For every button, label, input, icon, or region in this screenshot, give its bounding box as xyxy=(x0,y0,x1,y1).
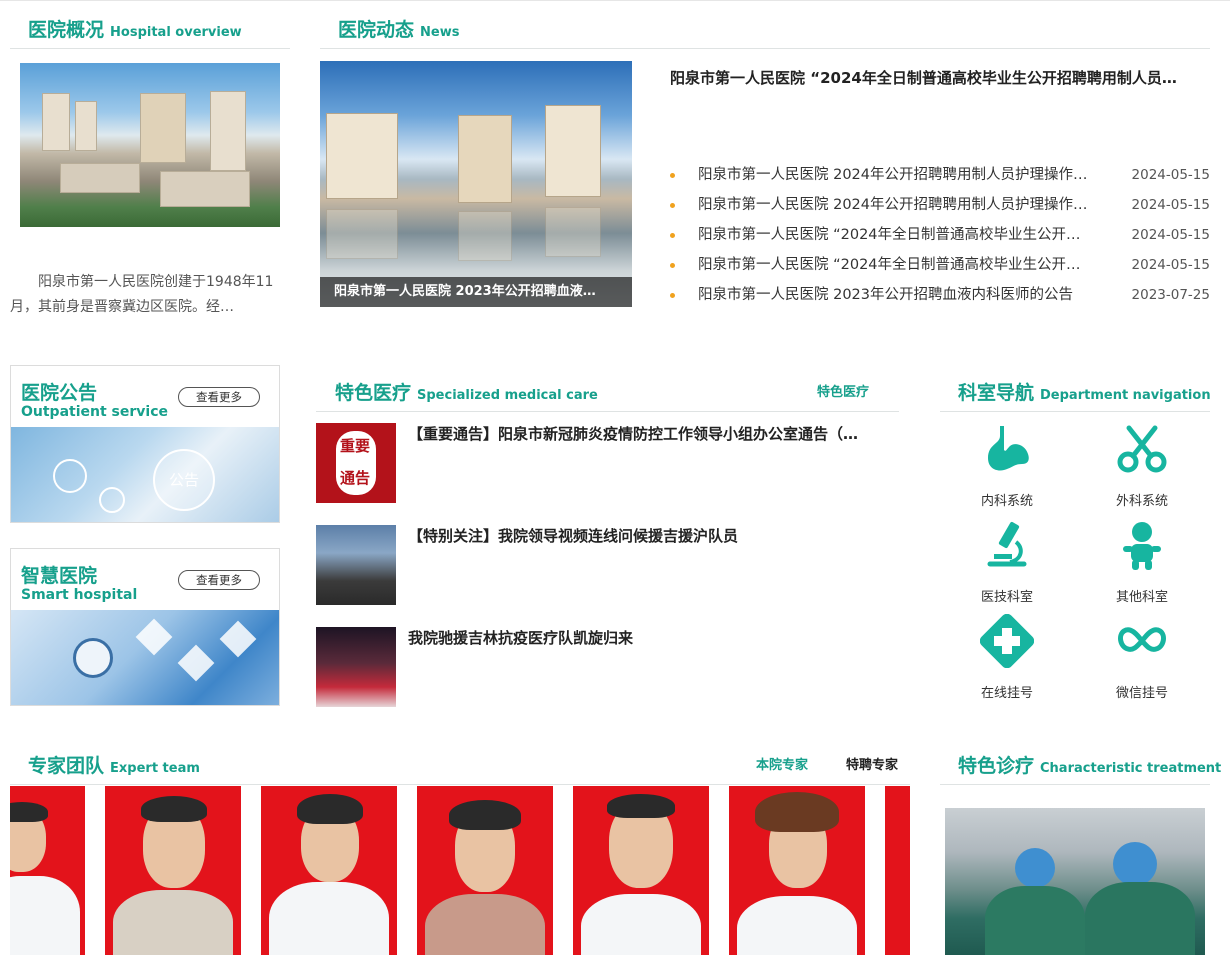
smart-title-en: Smart hospital xyxy=(21,587,138,603)
notice-card: 医院公告 Outpatient service 查看更多 公告 xyxy=(10,365,280,523)
dept-nav-title-cn: 科室导航 xyxy=(958,382,1035,404)
dept-label: 外科系统 xyxy=(1115,494,1168,509)
featured-item[interactable]: 我院驰援吉林抗疫医疗队凯旋归来 xyxy=(316,627,899,707)
news-list-item[interactable]: 阳泉市第一人民医院 2024年公开招聘聘用制人员护理操作… 2024-05-15 xyxy=(670,190,1210,220)
smart-hospital-card: 智慧医院 Smart hospital 查看更多 xyxy=(10,548,280,706)
expert-photo[interactable] xyxy=(573,786,709,955)
expert-photo[interactable] xyxy=(885,786,910,955)
dept-item-internal[interactable]: 内科系统 xyxy=(962,422,1052,509)
smart-hospital-image[interactable] xyxy=(11,610,279,705)
experts-section-title: 专家团队 Expert team xyxy=(28,751,200,778)
experts-title-en: Expert team xyxy=(110,761,200,776)
featured-thumb[interactable] xyxy=(316,627,396,707)
featured-item-title[interactable]: 【重要通告】阳泉市新冠肺炎疫情防控工作领导小组办公室通告（… xyxy=(408,423,893,444)
baby-icon xyxy=(1123,522,1161,570)
dept-item-surgery[interactable]: 外科系统 xyxy=(1097,422,1187,509)
news-headline[interactable]: 阳泉市第一人民医院 “2024年全日制普通高校毕业生公开招聘聘用制人员… xyxy=(670,67,1210,88)
dept-label: 其他科室 xyxy=(1115,590,1168,605)
hospital-building-image[interactable] xyxy=(20,63,280,227)
notice-title-cn: 医院公告 xyxy=(21,382,98,404)
expert-photo[interactable] xyxy=(417,786,553,955)
featured-item-title[interactable]: 【特别关注】我院领导视频连线问候援吉援沪队员 xyxy=(408,525,893,546)
news-list: 阳泉市第一人民医院 2024年公开招聘聘用制人员护理操作… 2024-05-15 … xyxy=(670,160,1210,310)
expert-photo[interactable] xyxy=(729,786,865,955)
microscope-icon xyxy=(987,521,1027,567)
dept-nav-title-en: Department navigation xyxy=(1040,388,1211,403)
dept-item-wechat-register[interactable]: 微信挂号 xyxy=(1097,614,1187,701)
smart-more-button[interactable]: 查看更多 xyxy=(178,570,260,590)
news-list-item[interactable]: 阳泉市第一人民医院 “2024年全日制普通高校毕业生公开… 2024-05-15 xyxy=(670,250,1210,280)
news-featured-image[interactable]: 阳泉市第一人民医院 2023年公开招聘血液… xyxy=(320,61,632,307)
news-list-item[interactable]: 阳泉市第一人民医院 “2024年全日制普通高校毕业生公开… 2024-05-15 xyxy=(670,220,1210,250)
featured-thumb-text-2: 通告 xyxy=(340,469,371,487)
dept-item-medtech[interactable]: 医技科室 xyxy=(962,518,1052,605)
featured-title-en: Specialized medical care xyxy=(417,388,598,403)
overview-title-cn: 医院概况 xyxy=(28,19,105,41)
news-list-item[interactable]: 阳泉市第一人民医院 2024年公开招聘聘用制人员护理操作… 2024-05-15 xyxy=(670,160,1210,190)
scissors-icon xyxy=(1117,425,1167,473)
featured-title-cn: 特色医疗 xyxy=(335,382,412,404)
dept-item-online-register[interactable]: 在线挂号 xyxy=(962,613,1052,701)
overview-section-title: 医院概况 Hospital overview xyxy=(28,15,242,42)
featured-thumb-text-1: 重要 xyxy=(340,437,371,455)
news-section-title: 医院动态 News xyxy=(338,15,459,42)
news-image-caption[interactable]: 阳泉市第一人民医院 2023年公开招聘血液… xyxy=(320,277,632,307)
expert-photo[interactable] xyxy=(261,786,397,955)
notice-image[interactable]: 公告 xyxy=(11,427,279,522)
tab-hired-experts[interactable]: 特聘专家 xyxy=(846,754,898,773)
dept-label: 内科系统 xyxy=(980,494,1033,509)
featured-item[interactable]: 【特别关注】我院领导视频连线问候援吉援沪队员 xyxy=(316,525,899,605)
experts-title-cn: 专家团队 xyxy=(28,755,105,777)
dept-nav-section-title: 科室导航 Department navigation xyxy=(958,378,1211,405)
featured-thumb[interactable] xyxy=(316,525,396,605)
treatment-title-en: Characteristic treatment xyxy=(1040,761,1222,776)
featured-tab[interactable]: 特色医疗 xyxy=(817,381,869,400)
featured-thumb[interactable]: 重要 通告 xyxy=(316,423,396,503)
treatment-image[interactable] xyxy=(945,808,1205,955)
dept-item-other[interactable]: 其他科室 xyxy=(1097,518,1187,605)
dept-label: 在线挂号 xyxy=(980,686,1033,701)
overview-title-en: Hospital overview xyxy=(110,25,242,40)
smart-title-cn: 智慧医院 xyxy=(21,565,98,587)
news-list-item[interactable]: 阳泉市第一人民医院 2023年公开招聘血液内科医师的公告 2023-07-25 xyxy=(670,280,1210,310)
notice-image-label: 公告 xyxy=(169,471,200,489)
tab-in-house-experts[interactable]: 本院专家 xyxy=(756,754,808,773)
expert-photo[interactable] xyxy=(105,786,241,955)
news-title-en: News xyxy=(420,25,460,40)
expert-photo[interactable] xyxy=(10,786,85,955)
wechat-icon xyxy=(1118,627,1166,652)
overview-description: 阳泉市第一人民医院创建于1948年11月，其前身是晋察冀边区医院。经… xyxy=(10,274,274,315)
dept-label: 微信挂号 xyxy=(1115,686,1168,701)
treatment-title-cn: 特色诊疗 xyxy=(958,755,1035,777)
medical-cross-icon xyxy=(979,613,1035,669)
featured-item-title[interactable]: 我院驰援吉林抗疫医疗队凯旋归来 xyxy=(408,627,893,648)
featured-section-title: 特色医疗 Specialized medical care xyxy=(335,378,598,405)
notice-title-en: Outpatient service xyxy=(21,404,168,420)
news-title-cn: 医院动态 xyxy=(338,19,415,41)
dept-label: 医技科室 xyxy=(980,590,1033,605)
notice-more-button[interactable]: 查看更多 xyxy=(178,387,260,407)
featured-item[interactable]: 重要 通告 【重要通告】阳泉市新冠肺炎疫情防控工作领导小组办公室通告（… xyxy=(316,423,899,503)
stomach-icon xyxy=(988,426,1029,471)
treatment-section-title: 特色诊疗 Characteristic treatment xyxy=(958,751,1221,778)
